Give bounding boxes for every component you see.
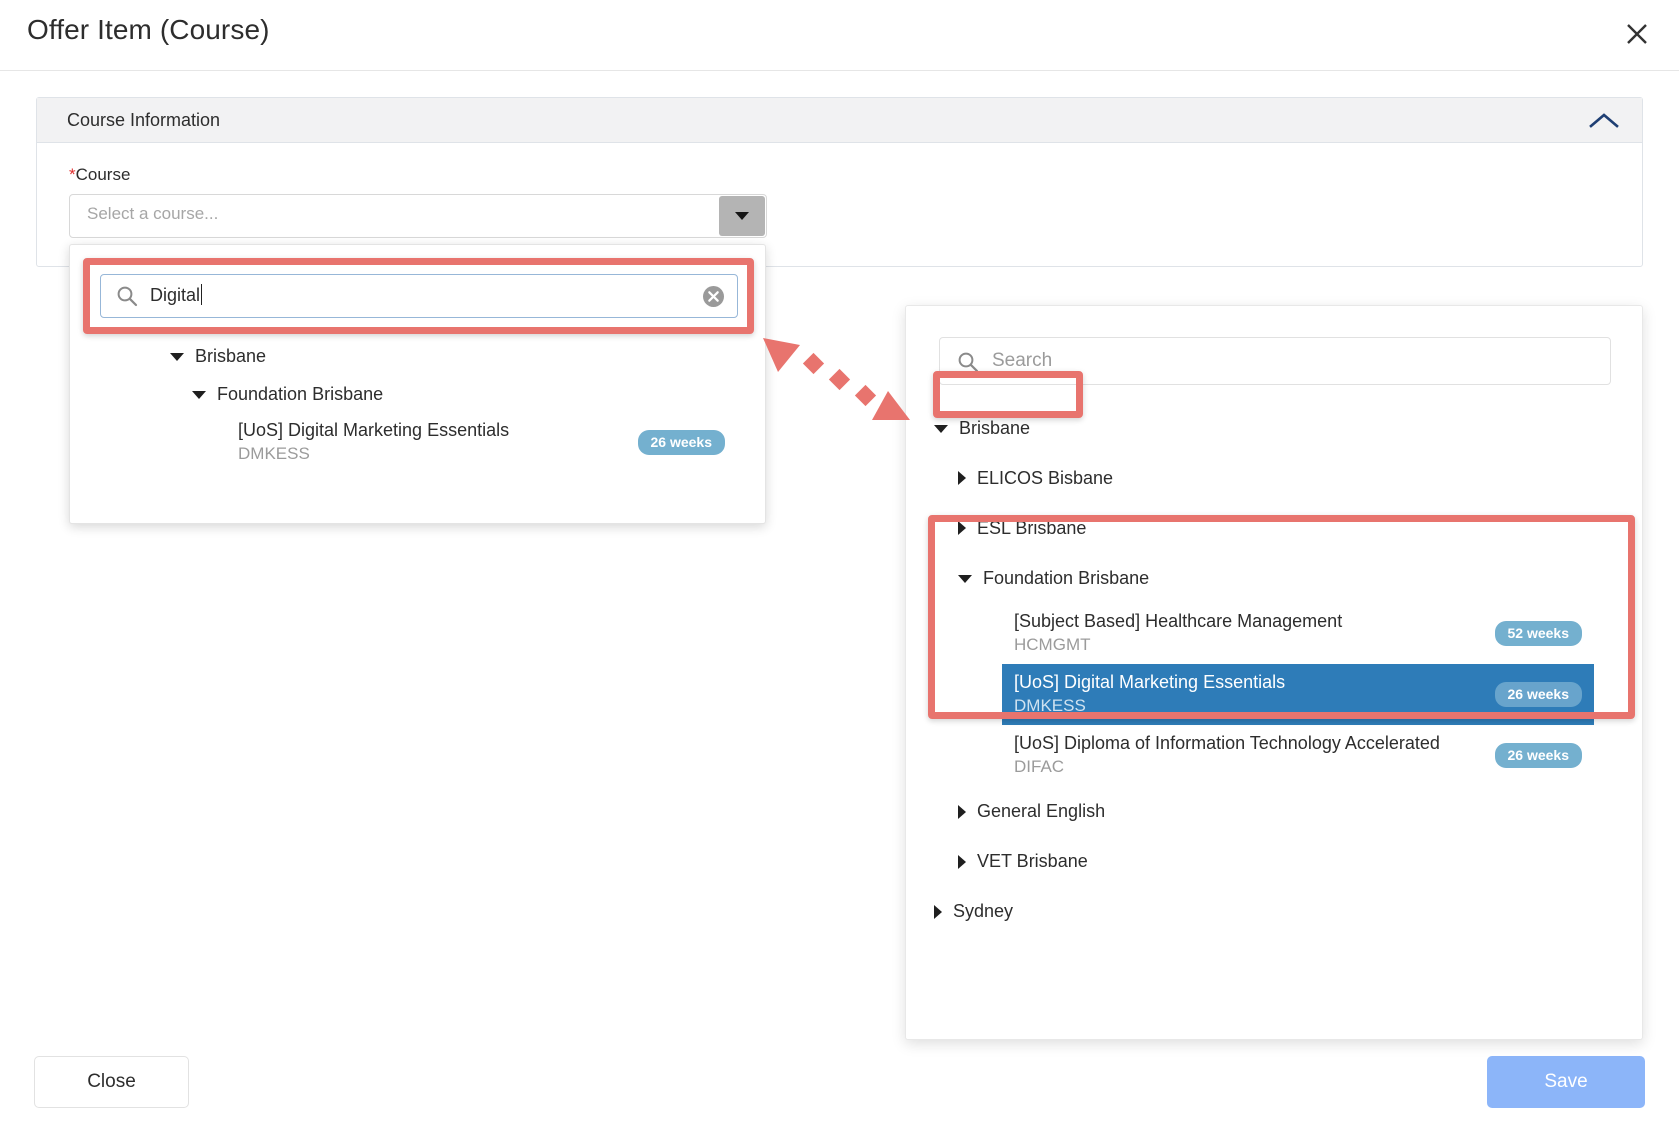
modal-header: Offer Item (Course) (0, 0, 1679, 71)
triangle-down-icon (170, 353, 184, 361)
dropdown-search-value: Digital (150, 285, 201, 305)
status-badge: 26 weeks (1494, 681, 1582, 707)
list-item-code: DMKESS (1014, 695, 1086, 715)
dropdown-search-value-wrap: Digital (150, 284, 203, 306)
card-header-title: Course Information (67, 109, 221, 130)
status-badge: 52 weeks (1494, 620, 1582, 646)
triangle-down-icon (958, 575, 972, 583)
tree-node-vet-brisbane[interactable]: VET Brisbane (906, 837, 1642, 887)
list-item-title: [UoS] Diploma of Information Technology … (1014, 733, 1440, 754)
dropdown-tree-node-foundation-brisbane[interactable]: Foundation Brisbane (70, 375, 765, 413)
tree-node-label: Foundation Brisbane (983, 567, 1150, 588)
list-item[interactable]: [UoS] Digital Marketing Essentials DMKES… (238, 413, 725, 471)
list-item-title: [UoS] Digital Marketing Essentials (238, 420, 510, 440)
caret-down-icon[interactable] (719, 196, 765, 236)
triangle-right-icon (958, 854, 966, 869)
list-item-code: DMKESS (238, 443, 310, 463)
tree-node-label: ELICOS Bisbane (977, 467, 1114, 488)
save-button[interactable]: Save (1487, 1056, 1645, 1108)
list-item-title: [Subject Based] Healthcare Management (1014, 611, 1343, 631)
tree-node-foundation-brisbane[interactable]: Foundation Brisbane (906, 553, 1642, 603)
tree-node-esl-brisbane[interactable]: ESL Brisbane (906, 503, 1642, 553)
list-item-texts: [UoS] Digital Marketing Essentials DMKES… (238, 419, 638, 465)
close-icon[interactable] (1617, 14, 1657, 54)
triangle-right-icon (958, 521, 966, 535)
course-tree-panel: Search Brisbane ELICOS Bisbane ESL Brisb… (905, 305, 1643, 1040)
course-select-placeholder: Select a course... (87, 204, 219, 223)
tree-node-label: General English (977, 801, 1106, 822)
page-title: Offer Item (Course) (27, 14, 270, 45)
chevron-up-icon[interactable] (1584, 106, 1624, 136)
triangle-down-icon (192, 391, 206, 399)
list-item-title: [UoS] Digital Marketing Essentials (1014, 672, 1286, 693)
course-tree: Brisbane ELICOS Bisbane ESL Brisbane Fou… (906, 403, 1642, 937)
triangle-right-icon (958, 804, 966, 819)
list-item-code: HCMGMT (1014, 634, 1091, 654)
dropdown-results-tree: Brisbane Foundation Brisbane [UoS] Digit… (70, 337, 765, 471)
course-information-card: Course Information *Course Select a cour… (36, 97, 1643, 267)
status-badge: 26 weeks (637, 429, 725, 455)
list-item[interactable]: [Subject Based] Healthcare Management HC… (1002, 603, 1594, 664)
list-item-texts: [UoS] Digital Marketing Essentials DMKES… (1014, 671, 1481, 717)
tree-search-placeholder: Search (992, 350, 1053, 371)
tree-node-label: VET Brisbane (977, 851, 1088, 872)
course-label-text: Course (75, 165, 131, 184)
list-item-texts: [UoS] Diploma of Information Technology … (1014, 732, 1481, 778)
tree-node-label: ESL Brisbane (977, 517, 1087, 538)
dropdown-tree-node-label: Brisbane (195, 345, 267, 366)
tree-search-input[interactable]: Search (939, 337, 1611, 385)
required-marker: * (69, 165, 76, 184)
tree-node-label: Sydney (953, 901, 1014, 922)
triangle-down-icon (934, 425, 948, 433)
clear-circle-icon[interactable] (702, 285, 725, 308)
card-header: Course Information (37, 98, 1642, 143)
list-item-texts: [Subject Based] Healthcare Management HC… (1014, 610, 1481, 656)
tree-node-sydney[interactable]: Sydney (906, 887, 1642, 937)
search-icon (116, 285, 138, 307)
dropdown-tree-node-label: Foundation Brisbane (217, 383, 384, 404)
course-dropdown-popup: Digital Brisbane Foundation Brisbane [Uo… (69, 244, 766, 524)
course-select[interactable]: Select a course... (69, 194, 767, 238)
tree-node-label: Brisbane (959, 417, 1031, 438)
dropdown-tree-node-brisbane[interactable]: Brisbane (70, 337, 765, 375)
triangle-right-icon (934, 904, 942, 919)
status-badge: 26 weeks (1494, 742, 1582, 768)
list-item-selected[interactable]: [UoS] Digital Marketing Essentials DMKES… (1002, 664, 1594, 726)
close-button[interactable]: Close (34, 1056, 189, 1108)
triangle-right-icon (958, 471, 966, 485)
dropdown-search-row[interactable]: Digital (100, 274, 738, 318)
tree-node-brisbane[interactable]: Brisbane (906, 403, 1642, 453)
search-icon (957, 351, 979, 373)
tree-node-elicos-bisbane[interactable]: ELICOS Bisbane (906, 453, 1642, 503)
annotation-arrow-icon (760, 320, 930, 430)
tree-node-general-english[interactable]: General English (906, 787, 1642, 837)
course-field-label: *Course (69, 165, 1612, 185)
list-item[interactable]: [UoS] Diploma of Information Technology … (1002, 725, 1594, 786)
text-caret (201, 284, 203, 305)
list-item-code: DIFAC (1014, 757, 1065, 777)
